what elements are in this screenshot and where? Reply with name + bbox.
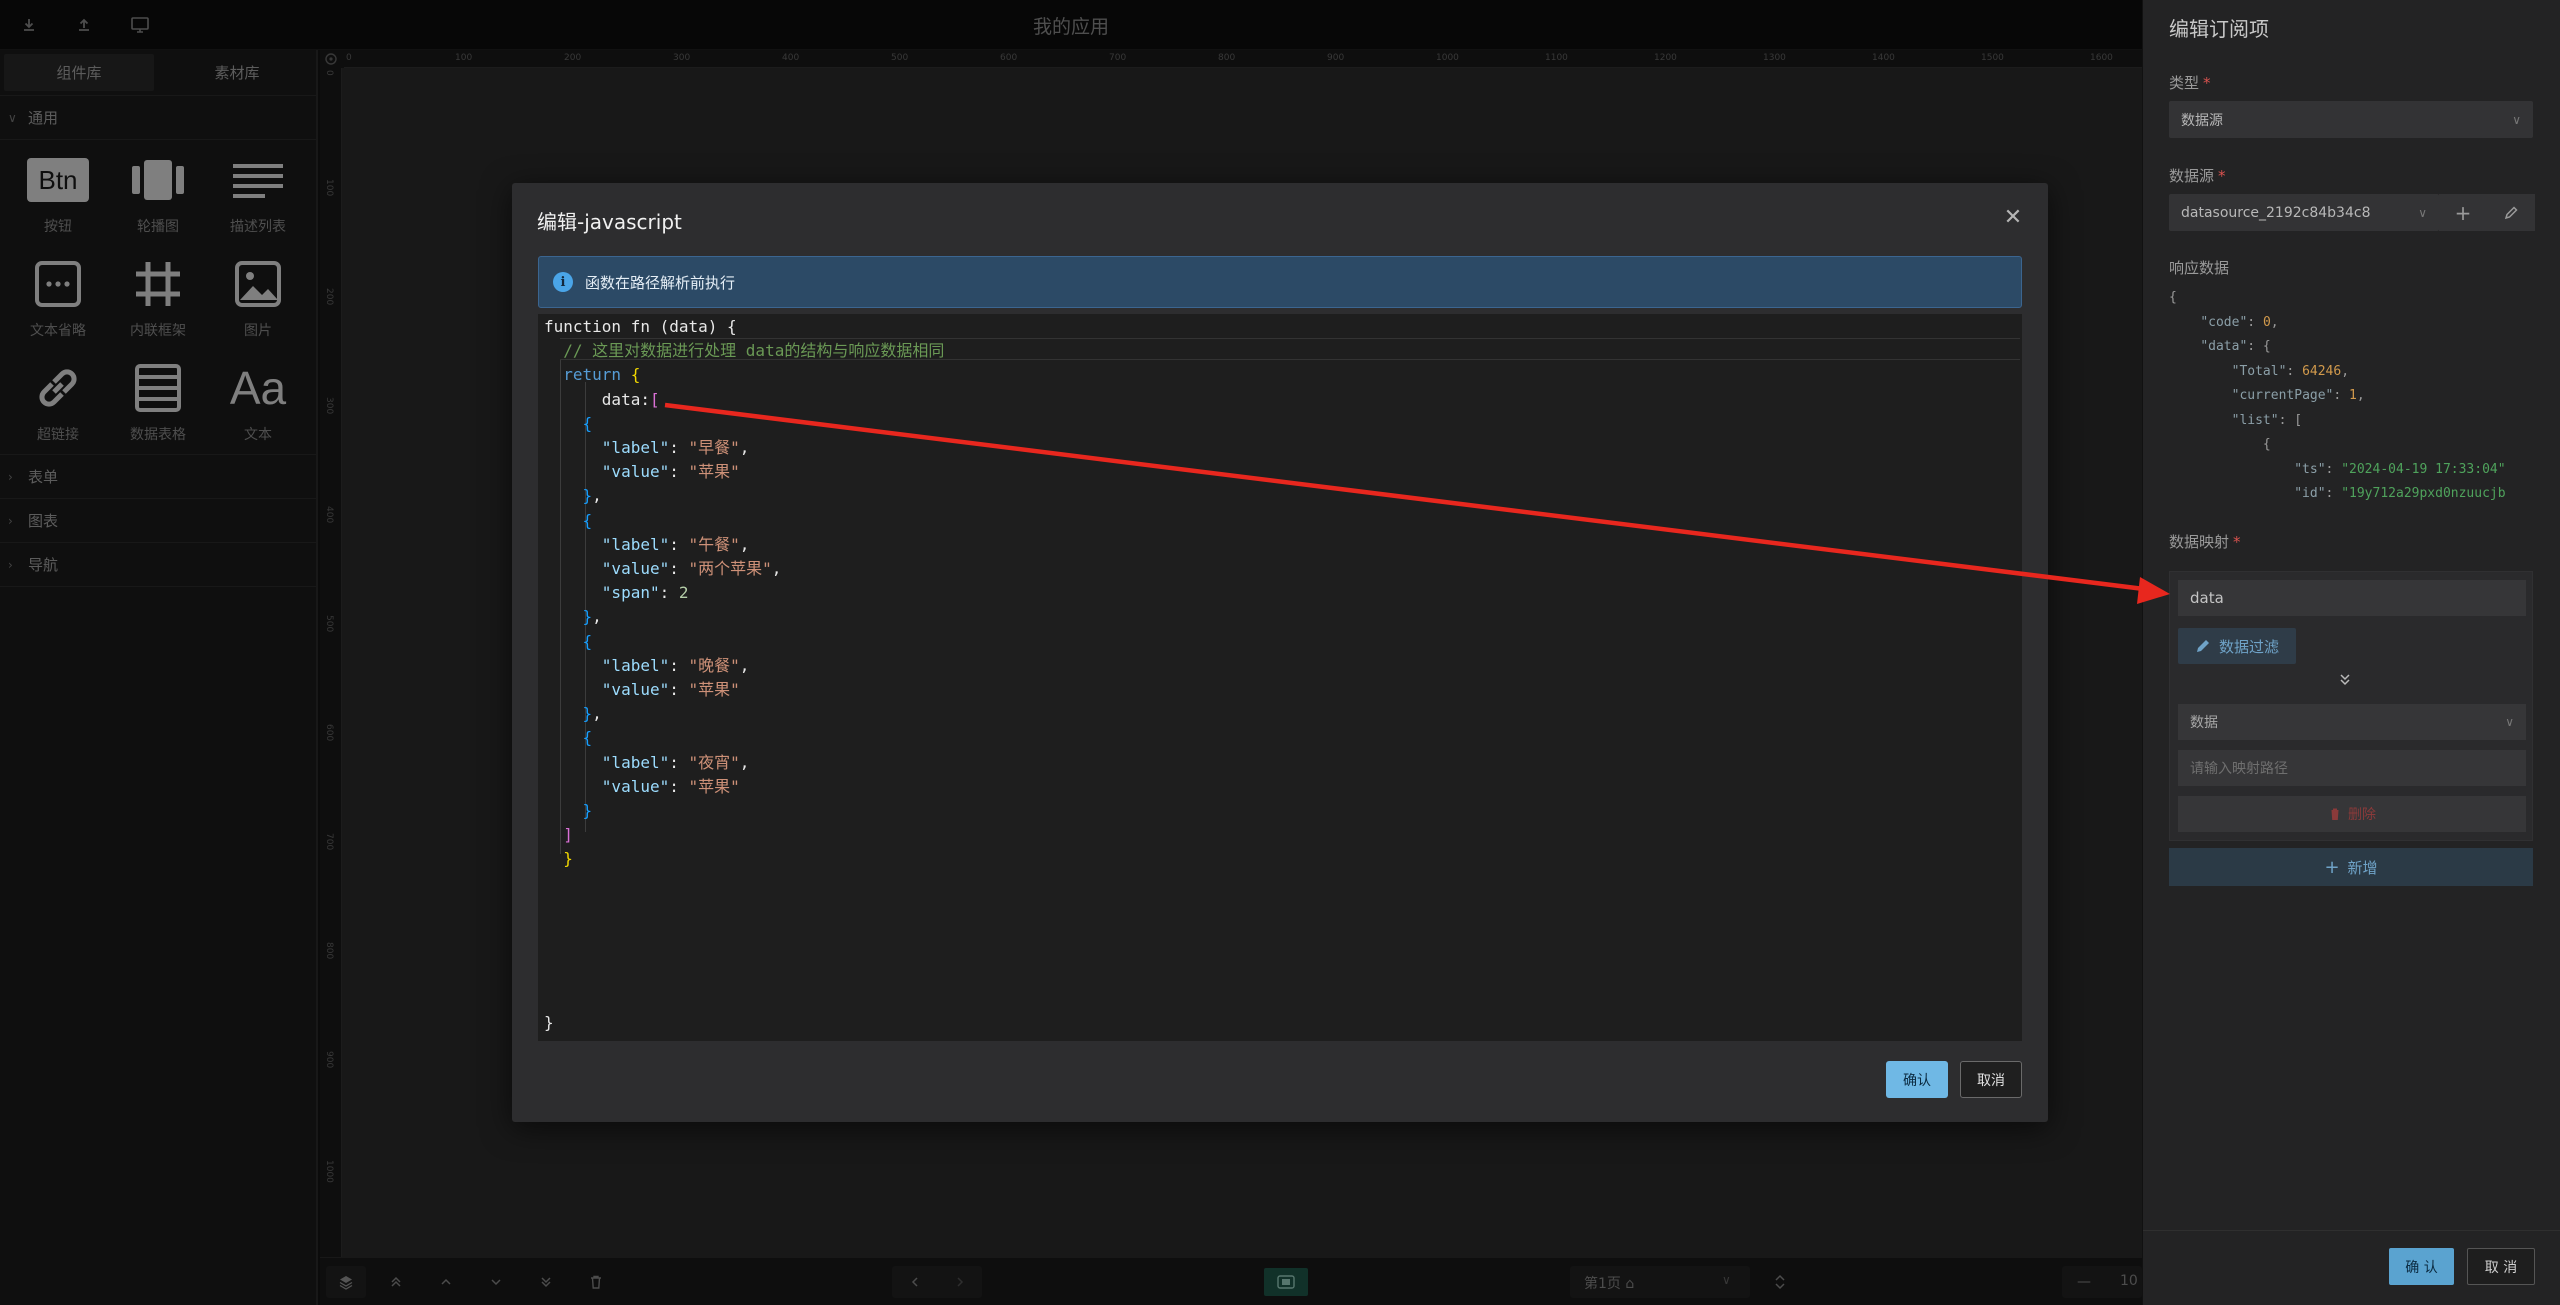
code-line: {	[582, 728, 593, 748]
type-label-text: 类型	[2169, 74, 2200, 92]
dialog-title: 编辑-javascript	[537, 210, 682, 234]
code-line: function fn (data) {	[544, 317, 737, 336]
code-line: // 这里对数据进行处理 data的结构与响应数据相同	[544, 341, 945, 361]
code-line: data:[	[544, 389, 660, 409]
chevron-down-icon: ∨	[2512, 112, 2521, 127]
json-line: "data": {	[2200, 339, 2271, 354]
mapping-source-input[interactable]: data	[2178, 580, 2526, 616]
code-line: "span": 2	[601, 583, 689, 603]
drawer-confirm-button[interactable]: 确 认	[2389, 1248, 2454, 1285]
chevron-down-icon: ∨	[2418, 205, 2427, 220]
data-filter-label: 数据过滤	[2218, 637, 2279, 656]
subscription-drawer: 编辑订阅项 类型 * 数据源 ∨ 数据源 * datasource_2192c84b…	[2142, 0, 2560, 1305]
json-line: "ts": "2024-04-19 17:33:04"	[2294, 461, 2506, 477]
mapping-target-value: 数据	[2190, 715, 2218, 731]
json-line: "currentPage": 1,	[2231, 388, 2365, 403]
add-label: 新增	[2347, 858, 2378, 877]
mapping-label: 数据映射 *	[2169, 533, 2241, 551]
data-filter-button[interactable]: 数据过滤	[2178, 628, 2296, 664]
code-line: "label": "夜宵",	[601, 752, 750, 772]
javascript-editor-dialog: 编辑-javascript ✕ i 函数在路径解析前执行 function fn…	[512, 183, 2048, 1122]
json-line: {	[2169, 290, 2177, 305]
code-line: {	[582, 413, 593, 433]
code-line: {	[582, 631, 593, 651]
datasource-label-text: 数据源	[2169, 167, 2215, 185]
info-icon: i	[553, 272, 573, 292]
edit-datasource-icon[interactable]	[2487, 194, 2535, 231]
delete-mapping-button[interactable]: 删除	[2178, 796, 2526, 832]
info-alert: i 函数在路径解析前执行	[538, 256, 2022, 308]
code-line: }	[544, 1013, 554, 1032]
code-line: "value": "苹果"	[601, 680, 740, 699]
mapping-target-select[interactable]: 数据 ∨	[2178, 704, 2526, 740]
datasource-select[interactable]: datasource_2192c84b34c8 ∨	[2169, 194, 2439, 231]
trash-icon	[2330, 808, 2340, 820]
code-line: }	[563, 849, 573, 869]
drawer-cancel-button[interactable]: 取 消	[2467, 1248, 2535, 1285]
pencil-icon	[2196, 640, 2209, 652]
mapping-label-text: 数据映射	[2169, 533, 2230, 551]
response-label: 响应数据	[2169, 259, 2230, 277]
code-line: "label": "早餐",	[601, 438, 750, 457]
code-line: }	[582, 801, 593, 820]
code-line: },	[582, 486, 602, 506]
add-mapping-button[interactable]: + 新增	[2169, 848, 2533, 886]
type-select[interactable]: 数据源 ∨	[2169, 101, 2533, 138]
code-editor[interactable]: function fn (data) { // 这里对数据进行处理 data的结…	[538, 314, 2022, 1041]
datasource-label: 数据源 *	[2169, 167, 2226, 185]
json-line: "code": 0,	[2200, 314, 2279, 330]
confirm-button[interactable]: 确认	[1886, 1061, 1948, 1098]
code-line: },	[582, 704, 602, 724]
json-line: {	[2169, 437, 2271, 452]
type-label: 类型 *	[2169, 74, 2211, 92]
type-select-value: 数据源	[2181, 112, 2223, 129]
code-line: ]	[563, 825, 573, 845]
chevron-down-icon: ∨	[2505, 715, 2514, 729]
mapping-path-input[interactable]: 请输入映射路径	[2178, 750, 2526, 786]
code-line: },	[582, 607, 602, 627]
close-icon[interactable]: ✕	[2002, 207, 2024, 229]
code-line: "label": "晚餐",	[601, 655, 750, 675]
datasource-select-value: datasource_2192c84b34c8	[2181, 204, 2371, 221]
json-line: "Total": 64246,	[2231, 363, 2350, 379]
code-line: "value": "苹果"	[601, 776, 740, 796]
drawer-title: 编辑订阅项	[2169, 17, 2269, 41]
drawer-footer: 确 认 取 消	[2143, 1230, 2560, 1305]
delete-label: 删除	[2348, 807, 2376, 823]
code-line: "value": "苹果"	[601, 462, 740, 482]
code-line: "label": "午餐",	[601, 534, 750, 554]
code-line: "value": "两个苹果",	[601, 559, 782, 578]
cancel-button[interactable]: 取消	[1960, 1061, 2022, 1098]
alert-text: 函数在路径解析前执行	[585, 273, 736, 292]
code-line: {	[582, 510, 593, 530]
json-line: "id": "19y712a29pxd0nzuucjb	[2294, 486, 2506, 501]
double-chevron-down-icon	[2338, 672, 2352, 692]
code-line: return {	[563, 365, 641, 385]
mapping-rule-box: data 数据过滤 数据 ∨ 请输入映射路径 删除	[2169, 571, 2533, 841]
add-datasource-icon[interactable]: +	[2439, 194, 2487, 231]
plus-icon: +	[2324, 856, 2340, 878]
json-line: "list": [	[2231, 412, 2303, 428]
response-json-view: { "code": 0, "data": { "Total": 64246, "…	[2169, 288, 2553, 510]
